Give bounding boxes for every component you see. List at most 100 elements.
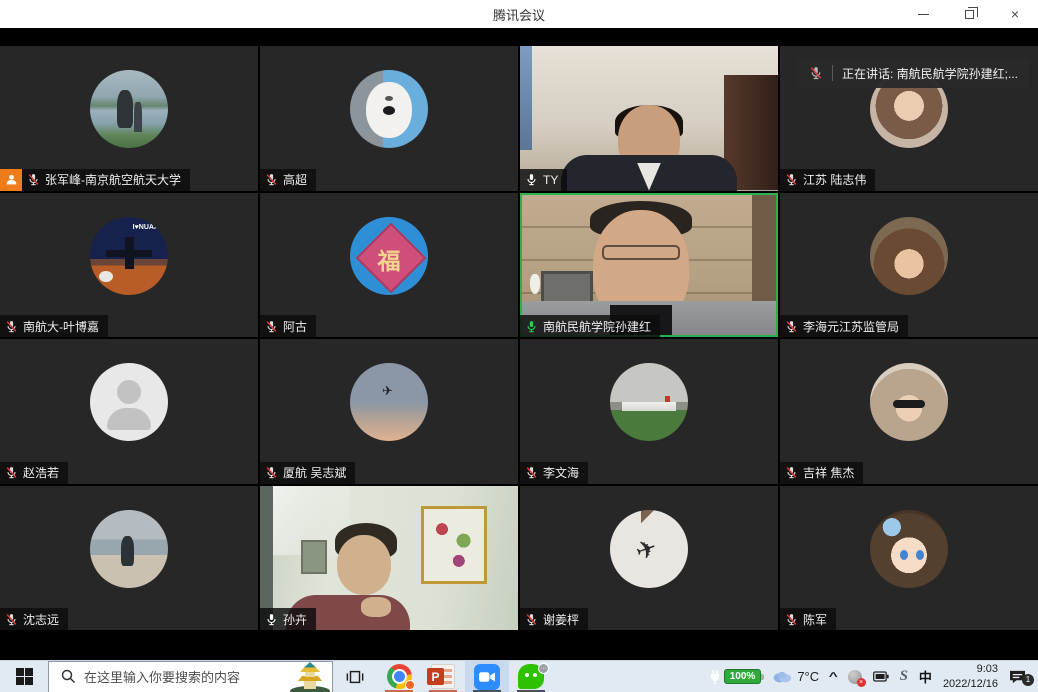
search-placeholder: 在这里输入你要搜索的内容 [84,667,280,686]
participant-label: 江苏 陆志伟 [780,169,875,191]
participant-tile[interactable]: 李海元江苏监管局 [780,193,1038,338]
powerpoint-taskbar-button[interactable]: P [421,661,465,692]
participant-label: 谢姜枰 [520,608,588,630]
participant-label: TY [520,169,567,191]
participant-tile[interactable]: 高超 [260,46,518,191]
wechat-taskbar-button[interactable]: ··· [509,661,553,692]
windows-logo-icon [16,668,33,685]
participant-label: 张军峰-南京航空航天大学 [0,169,190,191]
action-center-button[interactable]: 1 [1009,669,1032,684]
chrome-taskbar-button[interactable] [377,661,421,692]
meeting-bottom-strip [0,630,1038,660]
participant-name: TY [543,173,558,187]
participant-tile[interactable]: 南航民航学院孙建红 [520,193,778,338]
restore-icon [965,10,974,19]
participant-name: 沈志远 [23,611,59,628]
tencent-meeting-icon [474,664,500,690]
system-tray: 100% 7°C ^ S 中 9:03 2022/12/16 [709,661,1038,692]
task-view-icon [346,668,364,686]
mic-muted-icon [785,320,798,333]
ime-indicator[interactable]: 中 [919,667,932,686]
mic-muted-icon [809,66,823,80]
notification-count-badge: 1 [1022,674,1034,686]
temperature-text: 7°C [797,669,819,684]
participant-tile[interactable]: 阿古 [260,193,518,338]
mic-muted-icon [5,613,18,626]
participant-name: 厦航 吴志斌 [283,464,346,481]
power-plug-icon [709,670,721,684]
mic-muted-icon [525,466,538,479]
participant-tile[interactable]: 沈志远 [0,486,258,631]
participant-tile[interactable]: 李文海 [520,339,778,484]
weather-widget[interactable]: 7°C [772,669,819,684]
hidden-icons-chevron[interactable]: ^ [829,671,838,683]
participant-tile[interactable]: TY [520,46,778,191]
task-view-button[interactable] [333,661,377,692]
participant-name: 江苏 陆志伟 [803,171,866,188]
participant-name: 南航大-叶博嘉 [23,318,99,335]
participant-grid: 张军峰-南京航空航天大学 高超 TY 江苏 陆志伟南航大-叶博嘉 阿古南航民航学院孙建红… [0,46,1038,630]
mic-muted-icon [27,173,40,186]
avatar-airplane-dusk-sky [350,363,428,441]
speaking-banner: 正在讲话: 南航民航学院孙建红;... [797,58,1030,88]
participant-name: 陈军 [803,611,827,628]
taskbar-clock[interactable]: 9:03 2022/12/16 [943,662,998,691]
tencent-meeting-taskbar-button[interactable] [465,661,509,692]
participant-tile[interactable]: 吉祥 焦杰 [780,339,1038,484]
close-icon: × [1011,7,1019,21]
participant-tile[interactable]: 南航大-叶博嘉 [0,193,258,338]
participant-tile[interactable]: 厦航 吴志斌 [260,339,518,484]
vase-shape [530,274,540,294]
mic-on-icon [265,613,278,626]
participant-label: 孙卉 [260,608,316,630]
participant-label: 赵浩若 [0,462,68,484]
mic-muted-icon [785,173,798,186]
powerpoint-icon: P [431,664,455,689]
sogou-input-icon[interactable]: S [900,668,908,685]
battery-tray-icon[interactable] [873,671,889,682]
participant-name: 李海元江苏监管局 [803,318,899,335]
taskbar-search-input[interactable]: 在这里输入你要搜索的内容 [48,661,333,692]
avatar-fu-character-diamond [350,217,428,295]
avatar-couple-lakeside-photo [90,70,168,148]
curtain-shape [520,46,532,150]
chrome-notification-badge [405,680,415,690]
window-title: 腾讯会议 [0,5,1038,24]
mic-muted-icon [785,466,798,479]
participant-label: 高超 [260,169,316,191]
participant-label: 吉祥 焦杰 [780,462,863,484]
restore-button[interactable] [946,0,992,28]
glasses-shape [602,245,680,260]
mic-muted-icon [5,320,18,333]
mic-muted-icon [265,173,278,186]
meeting-video-area: 张军峰-南京航空航天大学 高超 TY 江苏 陆志伟南航大-叶博嘉 阿古南航民航学院孙建红… [0,46,1038,630]
participant-tile[interactable]: 陈军 [780,486,1038,631]
participant-tile[interactable]: 谢姜枰 [520,486,778,631]
participant-name: 谢姜枰 [543,611,579,628]
avatar-beach-photo [90,510,168,588]
minimize-icon [918,14,929,15]
participant-name: 吉祥 焦杰 [803,464,854,481]
sync-error-tray-icon[interactable] [848,670,862,684]
participant-name: 张军峰-南京航空航天大学 [45,171,181,188]
search-icon [61,669,76,684]
battery-status[interactable]: 100% [709,669,762,684]
mic-muted-icon [525,613,538,626]
participant-name: 南航民航学院孙建红 [543,318,651,335]
meeting-top-strip [0,28,1038,46]
participant-name: 高超 [283,171,307,188]
mic-muted-icon [5,466,18,479]
participant-label: 沈志远 [0,608,68,630]
participant-tile[interactable]: 孙卉 [260,486,518,631]
participant-name: 孙卉 [283,611,307,628]
participant-label: 陈军 [780,608,836,630]
avatar-doll-with-sunglasses [870,363,948,441]
close-button[interactable]: × [992,0,1038,28]
participant-label: 南航民航学院孙建红 [520,315,660,337]
avatar-airplane-on-runway [610,363,688,441]
participant-tile[interactable]: 张军峰-南京航空航天大学 [0,46,258,191]
minimize-button[interactable] [900,0,946,28]
windows-taskbar: 在这里输入你要搜索的内容 P ··· [0,660,1038,692]
participant-tile[interactable]: 赵浩若 [0,339,258,484]
start-button[interactable] [0,661,48,692]
